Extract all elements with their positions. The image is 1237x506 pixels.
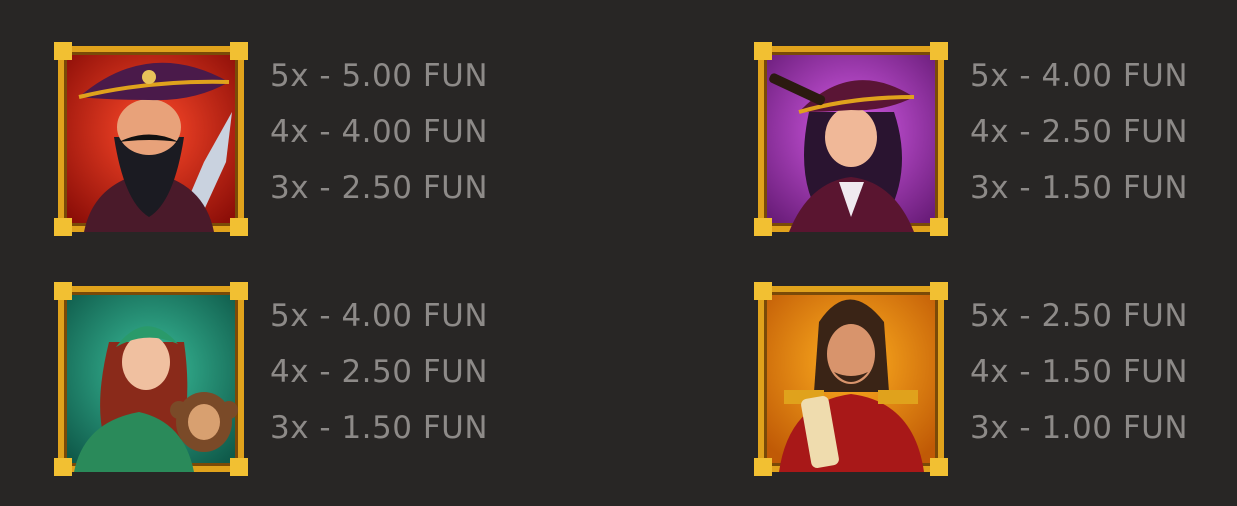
payout-5x: 5x - 4.00 FUN — [970, 58, 1189, 94]
pirate-captain-symbol-icon — [54, 42, 248, 236]
gypsy-with-monkey-symbol-icon — [54, 282, 248, 476]
payout-4x: 4x - 4.00 FUN — [270, 114, 489, 150]
payout-5x: 5x - 5.00 FUN — [270, 58, 489, 94]
payout-3x: 3x - 2.50 FUN — [270, 170, 489, 206]
pirate-lady-symbol-icon — [754, 42, 948, 236]
paytable-officer-with-scroll: 5x - 2.50 FUN 4x - 1.50 FUN 3x - 1.00 FU… — [970, 288, 1188, 456]
payout-3x: 3x - 1.50 FUN — [270, 410, 489, 446]
payout-4x: 4x - 2.50 FUN — [970, 114, 1189, 150]
payout-3x: 3x - 1.00 FUN — [970, 410, 1189, 446]
payout-4x: 4x - 1.50 FUN — [970, 354, 1189, 390]
payout-5x: 5x - 4.00 FUN — [270, 298, 489, 334]
payout-3x: 3x - 1.50 FUN — [970, 170, 1189, 206]
payout-5x: 5x - 2.50 FUN — [970, 298, 1189, 334]
paytable-gypsy-with-monkey: 5x - 4.00 FUN 4x - 2.50 FUN 3x - 1.50 FU… — [270, 288, 488, 456]
payout-4x: 4x - 2.50 FUN — [270, 354, 489, 390]
paytable-grid: 5x - 5.00 FUN 4x - 4.00 FUN 3x - 2.50 FU… — [0, 0, 1237, 506]
paytable-pirate-captain: 5x - 5.00 FUN 4x - 4.00 FUN 3x - 2.50 FU… — [270, 48, 488, 216]
officer-with-scroll-symbol-icon — [754, 282, 948, 476]
paytable-pirate-lady: 5x - 4.00 FUN 4x - 2.50 FUN 3x - 1.50 FU… — [970, 48, 1188, 216]
